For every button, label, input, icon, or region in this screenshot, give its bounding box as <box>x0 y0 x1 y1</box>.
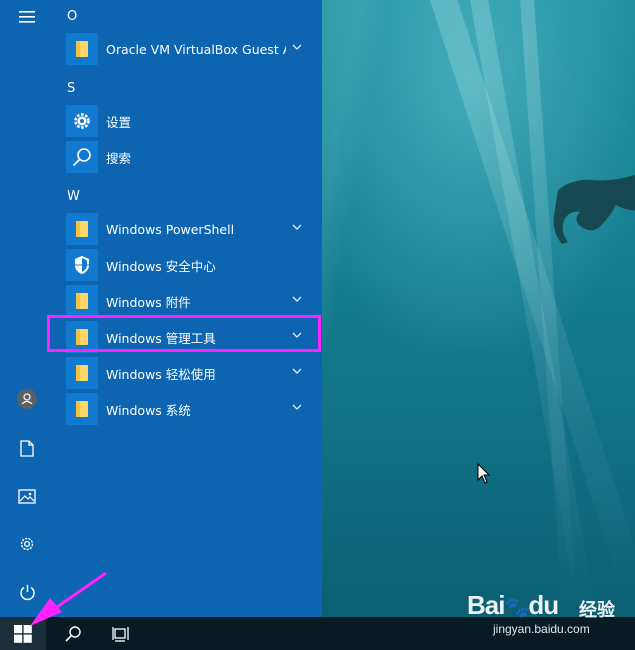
app-item-windows-security[interactable]: Windows 安全中心 <box>66 249 306 281</box>
watermark-brand: Bai🐾du <box>467 590 559 620</box>
mouse-cursor-icon <box>477 463 491 484</box>
swimmer-silhouette <box>553 174 635 244</box>
section-header-w[interactable]: W <box>67 189 80 204</box>
shield-icon <box>75 256 89 274</box>
baidu-watermark: Bai🐾du 经验 jingyan.baidu.com <box>467 590 627 640</box>
document-icon <box>20 439 34 457</box>
menu-icon <box>19 11 35 23</box>
watermark-sub: 经验 <box>579 600 615 621</box>
app-item-search[interactable]: 搜索 <box>66 141 306 173</box>
chevron-down-icon[interactable] <box>292 367 302 375</box>
app-tile <box>66 393 98 425</box>
app-item-virtualbox[interactable]: Oracle VM VirtualBox Guest A... <box>66 33 306 65</box>
folder-icon <box>76 365 88 381</box>
app-tile <box>66 285 98 317</box>
app-label: Windows 安全中心 <box>106 258 216 274</box>
app-label: Windows 系统 <box>106 402 191 418</box>
settings-icon <box>20 537 34 551</box>
app-item-settings[interactable]: 设置 <box>66 105 306 137</box>
app-item-windows-powershell[interactable]: Windows PowerShell <box>66 213 306 245</box>
app-label: Oracle VM VirtualBox Guest A... <box>106 41 286 57</box>
app-tile <box>66 141 98 173</box>
pictures-icon <box>18 488 36 504</box>
start-rail <box>0 0 54 617</box>
folder-icon <box>76 401 88 417</box>
app-label: Windows 附件 <box>106 294 191 310</box>
pictures-button[interactable] <box>0 474 54 518</box>
chevron-down-icon[interactable] <box>292 43 302 51</box>
folder-icon <box>76 293 88 309</box>
folder-icon <box>76 41 88 57</box>
app-tile <box>66 357 98 389</box>
start-menu: O Oracle VM VirtualBox Guest A... S 设置 搜… <box>0 0 322 617</box>
app-tile <box>66 213 98 245</box>
annotation-arrow <box>30 571 107 626</box>
chevron-down-icon[interactable] <box>292 403 302 411</box>
watermark-url: jingyan.baidu.com <box>493 622 590 636</box>
settings-button[interactable] <box>0 522 54 566</box>
app-item-windows-accessories[interactable]: Windows 附件 <box>66 285 306 317</box>
gear-icon <box>74 113 90 129</box>
user-account-button[interactable] <box>0 377 54 421</box>
app-label: Windows 轻松使用 <box>106 366 216 382</box>
app-tile <box>66 33 98 65</box>
app-item-windows-ease-of-access[interactable]: Windows 轻松使用 <box>66 357 306 389</box>
documents-button[interactable] <box>0 426 54 470</box>
app-tile <box>66 249 98 281</box>
app-list: O Oracle VM VirtualBox Guest A... S 设置 搜… <box>54 0 322 617</box>
expand-menu-button[interactable] <box>0 0 54 39</box>
app-label: Windows PowerShell <box>106 221 235 237</box>
user-icon <box>17 389 37 409</box>
chevron-down-icon[interactable] <box>292 295 302 303</box>
folder-icon <box>76 221 88 237</box>
app-label: 搜索 <box>106 150 132 166</box>
highlight-annotation-box <box>47 315 321 352</box>
app-tile <box>66 105 98 137</box>
chevron-down-icon[interactable] <box>292 223 302 231</box>
app-item-windows-system[interactable]: Windows 系统 <box>66 393 306 425</box>
section-header-o[interactable]: O <box>67 9 77 24</box>
section-header-s[interactable]: S <box>67 81 75 96</box>
app-label: 设置 <box>106 114 132 130</box>
search-icon <box>72 148 91 167</box>
